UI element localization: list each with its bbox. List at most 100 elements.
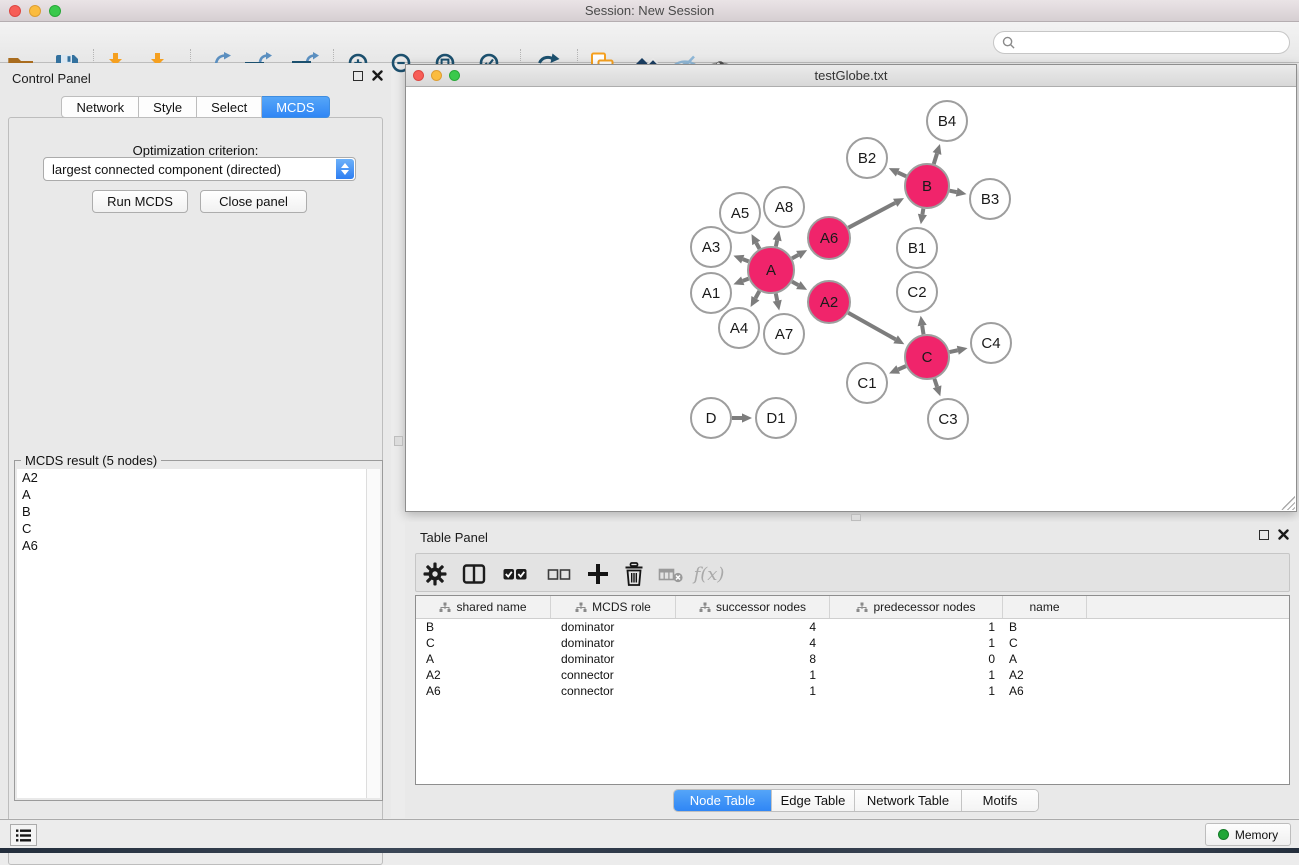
delete-columns-icon[interactable]	[620, 560, 648, 588]
mcds-result-item[interactable]: B	[17, 503, 366, 520]
graph-node-C2[interactable]: C2	[897, 272, 937, 312]
horizontal-split-handle[interactable]	[851, 514, 861, 521]
column-header-name[interactable]: name	[1003, 596, 1087, 618]
table-cell[interactable]: A6	[1003, 683, 1087, 699]
table-float-panel-icon[interactable]	[1259, 530, 1269, 540]
table-cell[interactable]: connector	[551, 667, 676, 683]
mcds-result-item[interactable]: A	[17, 486, 366, 503]
graph-node-C3[interactable]: C3	[928, 399, 968, 439]
table-cell[interactable]: 8	[676, 651, 830, 667]
table-cell[interactable]: 1	[676, 683, 830, 699]
table-cell[interactable]: A2	[1003, 667, 1087, 683]
column-header-shared-name[interactable]: shared name	[416, 596, 551, 618]
table-cell[interactable]: 1	[676, 667, 830, 683]
tab-motifs[interactable]: Motifs	[961, 790, 1038, 811]
table-cell[interactable]: A6	[416, 683, 551, 699]
close-panel-icon[interactable]	[372, 70, 383, 81]
show-columns-icon[interactable]	[460, 560, 488, 588]
table-cell[interactable]: 1	[830, 635, 1003, 651]
graph-node-A3[interactable]: A3	[691, 227, 731, 267]
table-cell[interactable]: A2	[416, 667, 551, 683]
tab-mcds[interactable]: MCDS	[262, 96, 329, 118]
network-canvas[interactable]: B4B2BB3A8A5A6A3B1AA1C2A2A4A7C4CC1C3DD1	[406, 87, 1296, 511]
tab-network[interactable]: Network	[61, 96, 139, 118]
table-cell[interactable]: A	[1003, 651, 1087, 667]
network-window-titlebar[interactable]: testGlobe.txt	[406, 65, 1296, 87]
optimization-criterion-select[interactable]: largest connected component (directed)	[43, 157, 356, 181]
graph-node-D1[interactable]: D1	[756, 398, 796, 438]
vertical-split-handle[interactable]	[394, 436, 403, 446]
graph-node-A4[interactable]: A4	[719, 308, 759, 348]
mcds-result-item[interactable]: A6	[17, 537, 366, 554]
run-mcds-button[interactable]: Run MCDS	[92, 190, 188, 213]
table-cell[interactable]: dominator	[551, 651, 676, 667]
window-resize-grip[interactable]	[1281, 496, 1295, 510]
select-all-icon[interactable]	[501, 560, 529, 588]
column-header-predecessor-nodes[interactable]: predecessor nodes	[830, 596, 1003, 618]
graph-node-B2[interactable]: B2	[847, 138, 887, 178]
graph-edge-A-A2[interactable]	[792, 282, 798, 285]
table-cell[interactable]: connector	[551, 683, 676, 699]
table-cell[interactable]: 4	[676, 619, 830, 635]
search-input[interactable]	[1015, 36, 1289, 50]
table-row[interactable]: Adominator80A	[416, 651, 1289, 667]
float-panel-icon[interactable]	[353, 71, 363, 81]
graph-edge-A-A3[interactable]	[743, 259, 749, 261]
graph-edge-B-B1[interactable]	[922, 209, 923, 215]
graph-edge-C-C1[interactable]	[898, 366, 906, 369]
deselect-all-icon[interactable]	[545, 560, 573, 588]
task-history-button[interactable]	[10, 824, 37, 846]
table-cell[interactable]: dominator	[551, 635, 676, 651]
graph-node-C[interactable]: C	[905, 335, 949, 379]
graph-edge-A-A4[interactable]	[755, 291, 759, 298]
graph-edge-A-A8[interactable]	[776, 240, 777, 246]
graph-node-A8[interactable]: A8	[764, 187, 804, 227]
tab-network-table[interactable]: Network Table	[854, 790, 961, 811]
graph-node-D[interactable]: D	[691, 398, 731, 438]
tab-node-table[interactable]: Node Table	[674, 790, 771, 811]
graph-node-C1[interactable]: C1	[847, 363, 887, 403]
table-cell[interactable]: C	[1003, 635, 1087, 651]
table-cell[interactable]: dominator	[551, 619, 676, 635]
tab-select[interactable]: Select	[197, 96, 262, 118]
graph-node-B1[interactable]: B1	[897, 228, 937, 268]
table-close-panel-icon[interactable]	[1278, 529, 1289, 540]
add-column-icon[interactable]	[584, 560, 612, 588]
table-cell[interactable]: A	[416, 651, 551, 667]
graph-node-A1[interactable]: A1	[691, 273, 731, 313]
graph-node-B4[interactable]: B4	[927, 101, 967, 141]
mcds-result-item[interactable]: A2	[17, 469, 366, 486]
delete-table-icon[interactable]	[657, 560, 685, 588]
table-cell[interactable]: 4	[676, 635, 830, 651]
mcds-result-scrollbar[interactable]	[366, 469, 380, 798]
graph-edge-C-C2[interactable]	[922, 326, 923, 335]
close-panel-button[interactable]: Close panel	[200, 190, 307, 213]
graph-edge-A-A6[interactable]	[792, 255, 798, 258]
table-cell[interactable]: 0	[830, 651, 1003, 667]
table-settings-icon[interactable]	[421, 560, 449, 588]
table-cell[interactable]: 1	[830, 619, 1003, 635]
graph-node-A6[interactable]: A6	[808, 217, 850, 259]
graph-node-A5[interactable]: A5	[720, 193, 760, 233]
table-row[interactable]: Bdominator41B	[416, 619, 1289, 635]
graph-edge-B-B3[interactable]	[950, 191, 957, 192]
memory-button[interactable]: Memory	[1205, 823, 1291, 846]
graph-edge-C-C4[interactable]	[949, 350, 957, 352]
table-cell[interactable]: C	[416, 635, 551, 651]
graph-node-A2[interactable]: A2	[808, 281, 850, 323]
table-row[interactable]: A6connector11A6	[416, 683, 1289, 699]
graph-edge-A-A7[interactable]	[776, 294, 777, 301]
tab-style[interactable]: Style	[139, 96, 197, 118]
table-cell[interactable]: 1	[830, 683, 1003, 699]
search-box[interactable]	[993, 31, 1290, 54]
table-cell[interactable]: 1	[830, 667, 1003, 683]
graph-node-A[interactable]: A	[748, 247, 794, 293]
graph-edge-C-C3[interactable]	[934, 379, 937, 387]
graph-edge-A-A5[interactable]	[756, 243, 759, 249]
table-cell[interactable]: B	[1003, 619, 1087, 635]
tab-edge-table[interactable]: Edge Table	[771, 790, 854, 811]
graph-edge-B-B2[interactable]	[898, 172, 906, 176]
graph-edge-A-A1[interactable]	[743, 279, 749, 281]
graph-node-A7[interactable]: A7	[764, 314, 804, 354]
table-cell[interactable]: B	[416, 619, 551, 635]
